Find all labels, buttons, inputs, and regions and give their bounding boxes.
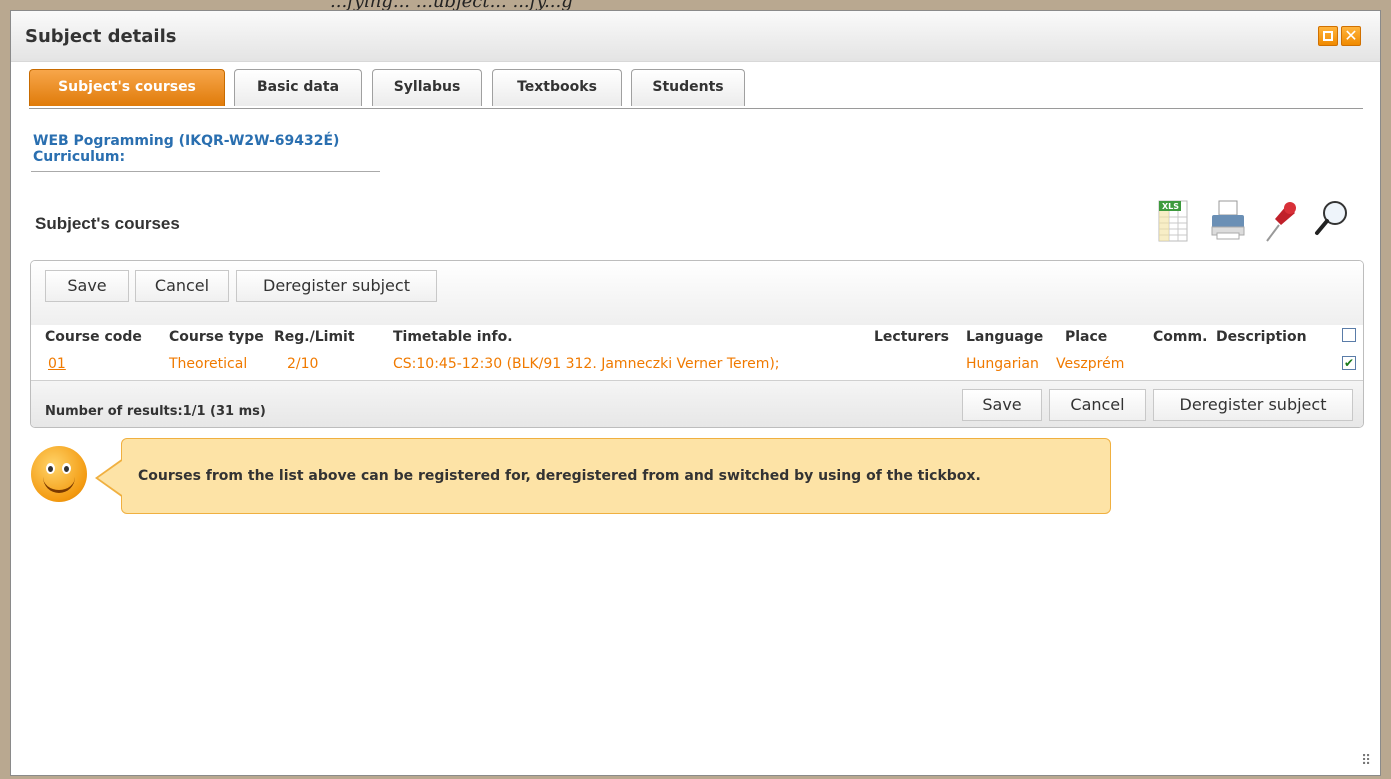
reg-limit-cell: 2/10 xyxy=(287,356,319,372)
save-button[interactable]: Save xyxy=(45,270,129,302)
column-header-comm[interactable]: Comm. xyxy=(1153,329,1207,345)
column-header-language[interactable]: Language xyxy=(966,329,1043,345)
column-header-place[interactable]: Place xyxy=(1065,329,1107,345)
close-icon[interactable]: ✕ xyxy=(1341,26,1361,46)
tab-students[interactable]: Students xyxy=(631,69,745,106)
column-header-course-code[interactable]: Course code xyxy=(45,329,142,345)
tab-syllabus[interactable]: Syllabus xyxy=(372,69,482,106)
timetable-cell: CS:10:45-12:30 (BLK/91 312. Jamneczki Ve… xyxy=(393,356,780,372)
column-header-lecturers[interactable]: Lecturers xyxy=(874,329,949,345)
panel-toolbar xyxy=(31,261,1363,325)
course-code-link[interactable]: 01 xyxy=(48,356,66,372)
svg-text:XLS: XLS xyxy=(1162,202,1179,211)
courses-panel: Save Cancel Deregister subject Course co… xyxy=(30,260,1364,428)
save-button-bottom[interactable]: Save xyxy=(962,389,1042,421)
cancel-button[interactable]: Cancel xyxy=(135,270,229,302)
printer-icon[interactable] xyxy=(1207,197,1249,249)
results-count: Number of results:1/1 (31 ms) xyxy=(45,404,266,419)
place-cell: Veszprém xyxy=(1056,356,1125,372)
hint-text: Courses from the list above can be regis… xyxy=(138,468,981,484)
resize-grip-icon[interactable]: ⠿ xyxy=(1361,753,1371,769)
column-header-reg-limit[interactable]: Reg./Limit xyxy=(274,329,355,345)
xls-export-icon[interactable]: XLS xyxy=(1153,197,1195,249)
tab-textbooks[interactable]: Textbooks xyxy=(492,69,622,106)
magnifier-icon[interactable] xyxy=(1311,197,1353,249)
section-title: Subject's courses xyxy=(35,214,180,233)
language-cell: Hungarian xyxy=(966,356,1039,372)
column-header-course-type[interactable]: Course type xyxy=(169,329,264,345)
deregister-subject-button-bottom[interactable]: Deregister subject xyxy=(1153,389,1353,421)
curriculum-label: Curriculum: xyxy=(33,149,126,165)
subject-name: WEB Pogramming (IKQR-W2W-69432É) xyxy=(33,133,340,149)
divider xyxy=(31,171,380,172)
tab-bar: Subject's courses Basic data Syllabus Te… xyxy=(29,68,1363,109)
tab-subjects-courses[interactable]: Subject's courses xyxy=(29,69,225,106)
pushpin-icon[interactable] xyxy=(1259,197,1301,249)
cancel-button-bottom[interactable]: Cancel xyxy=(1049,389,1146,421)
subject-details-window: Subject details ✕ Subject's courses Basi… xyxy=(10,10,1381,776)
smiley-icon xyxy=(31,446,87,502)
tab-basic-data[interactable]: Basic data xyxy=(234,69,362,106)
course-checkbox[interactable]: ✔ xyxy=(1342,356,1356,370)
column-header-timetable[interactable]: Timetable info. xyxy=(393,329,513,345)
deregister-subject-button[interactable]: Deregister subject xyxy=(236,270,437,302)
course-type-cell: Theoretical xyxy=(169,356,248,372)
hint-bubble: Courses from the list above can be regis… xyxy=(121,438,1111,514)
panel-footer: Number of results:1/1 (31 ms) Save Cance… xyxy=(31,380,1363,427)
column-header-description[interactable]: Description xyxy=(1216,329,1307,345)
window-title: Subject details xyxy=(25,26,177,47)
select-all-checkbox[interactable] xyxy=(1342,328,1356,342)
window-titlebar[interactable]: Subject details ✕ xyxy=(11,11,1380,62)
maximize-icon[interactable] xyxy=(1318,26,1338,46)
table-row: 01 Theoretical 2/10 CS:10:45-12:30 (BLK/… xyxy=(31,348,1363,379)
